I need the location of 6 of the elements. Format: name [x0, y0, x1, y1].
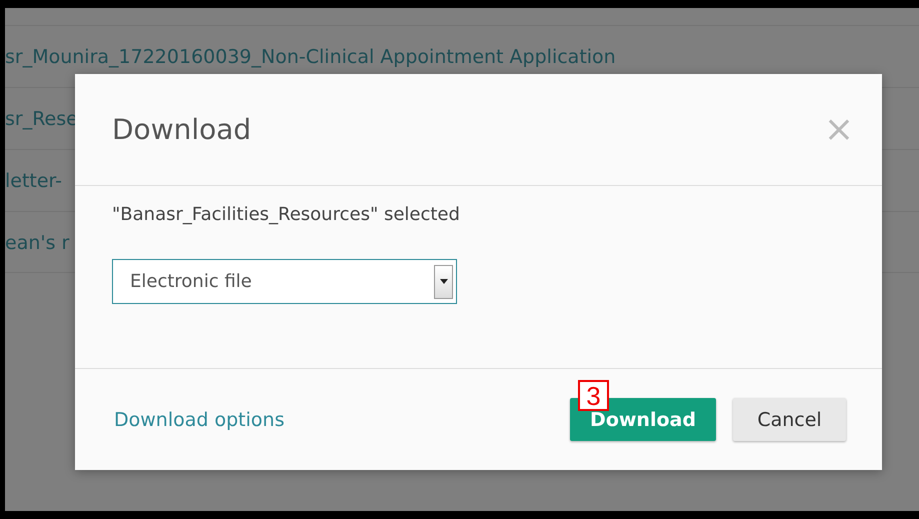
format-dropdown[interactable]: Electronic file	[112, 259, 457, 304]
step-number-badge: 3	[578, 380, 609, 411]
selection-message: "Banasr_Facilities_Resources" selected	[112, 204, 461, 225]
dialog-title: Download	[112, 113, 252, 146]
cancel-button[interactable]: Cancel	[733, 398, 846, 441]
download-options-link[interactable]: Download options	[114, 408, 284, 430]
